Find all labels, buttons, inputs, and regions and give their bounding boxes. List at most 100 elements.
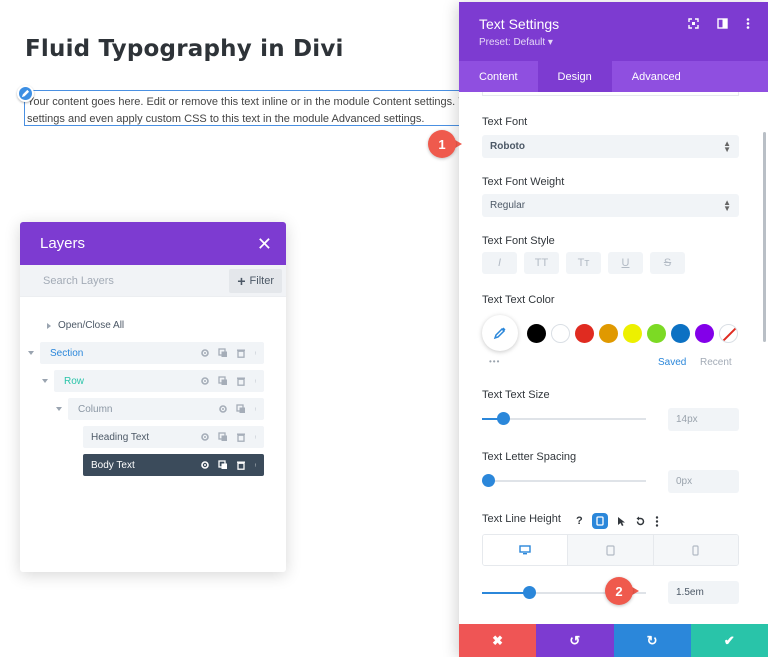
redo-button[interactable]: ↻: [613, 624, 691, 657]
split-view-icon[interactable]: [717, 18, 728, 29]
more-options-icon[interactable]: [254, 432, 257, 442]
layer-actions: [200, 432, 264, 442]
tab-content[interactable]: Content: [459, 61, 538, 92]
undo-button[interactable]: ↺: [536, 624, 614, 657]
capitalize-button[interactable]: Tт: [566, 252, 601, 274]
more-options-icon[interactable]: [655, 515, 659, 527]
open-close-all-toggle[interactable]: Open/Close All: [46, 320, 124, 331]
caret-down-icon[interactable]: [42, 379, 48, 383]
cancel-button[interactable]: ✖: [459, 624, 537, 657]
tablet-tab[interactable]: [567, 535, 653, 565]
edit-pencil-icon[interactable]: [17, 85, 34, 102]
eyedropper-icon[interactable]: [482, 315, 518, 351]
duplicate-icon[interactable]: [218, 460, 228, 470]
color-swatch[interactable]: [527, 323, 546, 343]
layer-item-heading-text[interactable]: Heading Text: [83, 426, 264, 448]
callout-badge: 1: [428, 130, 468, 158]
help-icon[interactable]: ?: [576, 515, 583, 527]
layer-item-row[interactable]: Row: [54, 370, 264, 392]
more-options-icon[interactable]: [254, 460, 257, 470]
saved-colors-tab[interactable]: Saved: [658, 357, 686, 368]
preset-dropdown[interactable]: Preset: Default ▾: [479, 37, 768, 48]
trash-icon[interactable]: [236, 460, 246, 470]
filter-label: Filter: [249, 274, 274, 287]
tab-advanced[interactable]: Advanced: [612, 61, 701, 92]
line-height-input[interactable]: 1.5em: [668, 581, 739, 604]
more-options-icon[interactable]: [254, 404, 257, 414]
save-button[interactable]: ✔: [690, 624, 768, 657]
settings-scrollbar[interactable]: [763, 132, 766, 342]
text-font-select[interactable]: Roboto ▲ ▼: [482, 135, 739, 158]
plus-icon: +: [237, 272, 246, 289]
more-options-icon[interactable]: [746, 18, 750, 29]
layer-item-column[interactable]: Column: [68, 398, 264, 420]
desktop-tab[interactable]: [483, 535, 568, 565]
slider-handle[interactable]: [497, 412, 511, 425]
device-tabs: [482, 534, 739, 566]
uppercase-button[interactable]: TT: [524, 252, 559, 274]
font-weight-label: Text Font Weight: [482, 176, 565, 188]
trash-icon[interactable]: [236, 376, 246, 386]
trash-icon[interactable]: [236, 432, 246, 442]
caret-down-icon: [47, 322, 51, 329]
strikethrough-button[interactable]: S: [650, 252, 685, 274]
gear-icon[interactable]: [200, 348, 210, 358]
body-text-line-2: settings and even apply custom CSS to th…: [27, 113, 425, 125]
color-swatch[interactable]: [647, 323, 666, 343]
more-options-icon[interactable]: [254, 376, 257, 386]
color-swatch[interactable]: [575, 323, 594, 343]
responsive-toggle-icon[interactable]: [591, 513, 608, 529]
color-swatch[interactable]: [599, 323, 618, 343]
duplicate-icon[interactable]: [218, 432, 228, 442]
gear-icon[interactable]: [200, 432, 210, 442]
color-swatch[interactable]: [695, 323, 714, 343]
letter-spacing-slider[interactable]: [482, 474, 646, 487]
duplicate-icon[interactable]: [236, 404, 246, 414]
recent-colors-tab[interactable]: Recent: [700, 357, 732, 368]
caret-down-icon[interactable]: [56, 407, 62, 411]
slider-fill: [482, 418, 499, 420]
text-size-slider[interactable]: [482, 412, 646, 425]
more-colors-icon[interactable]: •••: [489, 357, 500, 366]
color-swatch[interactable]: [623, 323, 642, 343]
select-arrows-icon: ▲ ▼: [723, 197, 731, 213]
more-options-icon[interactable]: [254, 348, 257, 358]
search-layers-input[interactable]: Search Layers: [20, 275, 229, 287]
font-style-buttons: I TT Tт U S: [482, 252, 685, 274]
layer-item-body-text[interactable]: Body Text: [83, 454, 264, 476]
close-icon[interactable]: ✕: [257, 235, 272, 253]
slider-handle[interactable]: [522, 586, 536, 599]
text-font-label: Text Font: [482, 116, 528, 128]
caret-down-icon[interactable]: [28, 351, 34, 355]
color-swatch[interactable]: [551, 323, 570, 343]
underline-button[interactable]: U: [608, 252, 643, 274]
font-style-label: Text Font Style: [482, 235, 555, 247]
slider-fill: [482, 592, 527, 594]
text-size-input[interactable]: 14px: [668, 408, 739, 431]
filter-button[interactable]: + Filter: [229, 268, 282, 293]
letter-spacing-input[interactable]: 0px: [668, 470, 739, 493]
duplicate-icon[interactable]: [218, 376, 228, 386]
reset-icon[interactable]: [635, 516, 646, 527]
italic-button[interactable]: I: [482, 252, 517, 274]
layers-panel: Layers ✕ Search Layers + Filter Open/Clo…: [20, 222, 286, 572]
layer-item-section[interactable]: Section: [40, 342, 264, 364]
page-heading[interactable]: Fluid Typography in Divi: [25, 36, 344, 62]
font-weight-select[interactable]: Regular ▲ ▼: [482, 194, 739, 217]
body-text-module[interactable]: Your content goes here. Edit or remove t…: [24, 90, 494, 126]
duplicate-icon[interactable]: [218, 348, 228, 358]
fullscreen-icon[interactable]: [688, 18, 699, 29]
tab-design[interactable]: Design: [537, 61, 612, 92]
gear-icon[interactable]: [218, 404, 228, 414]
phone-tab[interactable]: [652, 535, 738, 565]
layer-label: Row: [64, 375, 85, 387]
text-font-value: Roboto: [490, 141, 525, 152]
trash-icon[interactable]: [236, 348, 246, 358]
layer-actions: [218, 404, 264, 414]
gear-icon[interactable]: [200, 460, 210, 470]
slider-handle[interactable]: [482, 474, 495, 487]
hover-cursor-icon[interactable]: [617, 516, 626, 527]
gear-icon[interactable]: [200, 376, 210, 386]
no-color-swatch-icon[interactable]: [719, 323, 738, 343]
color-swatch[interactable]: [671, 323, 690, 343]
